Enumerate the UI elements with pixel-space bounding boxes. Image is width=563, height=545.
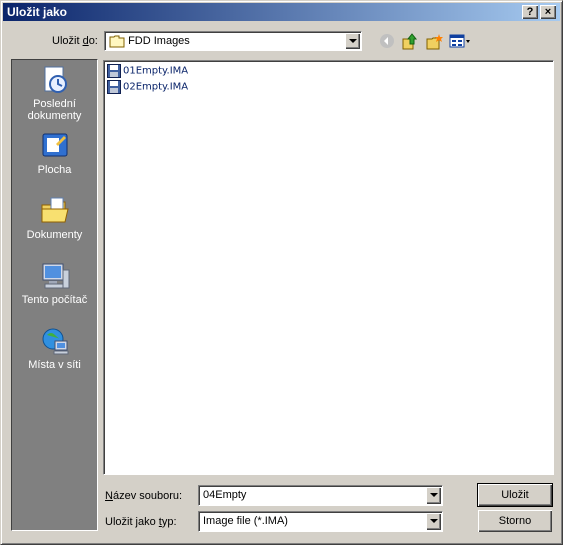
list-item[interactable]: 02Empty.IMA <box>107 80 188 96</box>
filename-combo[interactable]: 04Empty <box>198 485 443 506</box>
save-in-label: Uložit do: <box>52 35 98 47</box>
close-button[interactable]: × <box>540 5 556 19</box>
filename-label: Název souboru: <box>105 490 183 502</box>
help-button[interactable]: ? <box>522 5 538 19</box>
folder-icon <box>109 35 125 48</box>
documents-icon <box>41 197 69 223</box>
save-button-label: Uložit <box>501 489 529 501</box>
place-desktop[interactable]: Plocha <box>12 130 97 176</box>
place-my-computer[interactable]: Tento počítač <box>12 260 97 306</box>
network-places-icon <box>42 328 68 355</box>
filename-input[interactable]: 04Empty <box>203 489 246 501</box>
place-label: Dokumenty <box>26 229 83 241</box>
place-network[interactable]: Místa v síti <box>12 325 97 371</box>
dialog-title: Uložit jako <box>7 5 68 19</box>
current-folder-name: FDD Images <box>128 35 190 47</box>
places-bar: Poslední dokumenty Plocha Dokumenty Tent… <box>11 59 98 531</box>
filetype-label: Uložit jako typ: <box>105 516 177 528</box>
file-name: 01Empty.IMA <box>123 65 189 77</box>
place-label: Plocha <box>37 164 72 176</box>
desktop-icon <box>42 133 67 157</box>
place-documents[interactable]: Dokumenty <box>12 195 97 241</box>
file-list[interactable]: 01Empty.IMA 02Empty.IMA <box>103 60 554 475</box>
chevron-down-icon[interactable] <box>345 33 360 49</box>
place-recent-documents[interactable]: Poslední dokumenty <box>12 64 97 122</box>
chevron-down-icon[interactable] <box>426 487 441 504</box>
chevron-down-icon[interactable] <box>426 513 441 530</box>
filetype-value: Image file (*.IMA) <box>203 515 288 527</box>
save-in-dropdown[interactable]: FDD Images <box>104 31 362 51</box>
place-label: Poslední dokumenty <box>27 98 82 122</box>
current-folder: FDD Images <box>109 34 190 48</box>
my-computer-icon <box>42 263 69 289</box>
file-name: 02Empty.IMA <box>123 81 189 93</box>
recent-documents-icon <box>44 66 67 93</box>
up-folder-icon[interactable] <box>400 33 420 51</box>
title-bar[interactable]: Uložit jako ? × <box>3 3 560 21</box>
filetype-dropdown[interactable]: Image file (*.IMA) <box>198 511 443 532</box>
cancel-button[interactable]: Storno <box>478 510 552 532</box>
save-button[interactable]: Uložit <box>477 483 553 507</box>
floppy-disk-icon <box>107 64 121 78</box>
back-icon[interactable] <box>377 33 397 51</box>
floppy-disk-icon <box>107 80 121 94</box>
place-label: Místa v síti <box>28 359 81 371</box>
place-label: Tento počítač <box>21 294 88 306</box>
new-folder-icon[interactable] <box>424 33 444 51</box>
list-item[interactable]: 01Empty.IMA <box>107 64 188 80</box>
view-menu-icon[interactable] <box>448 33 472 51</box>
